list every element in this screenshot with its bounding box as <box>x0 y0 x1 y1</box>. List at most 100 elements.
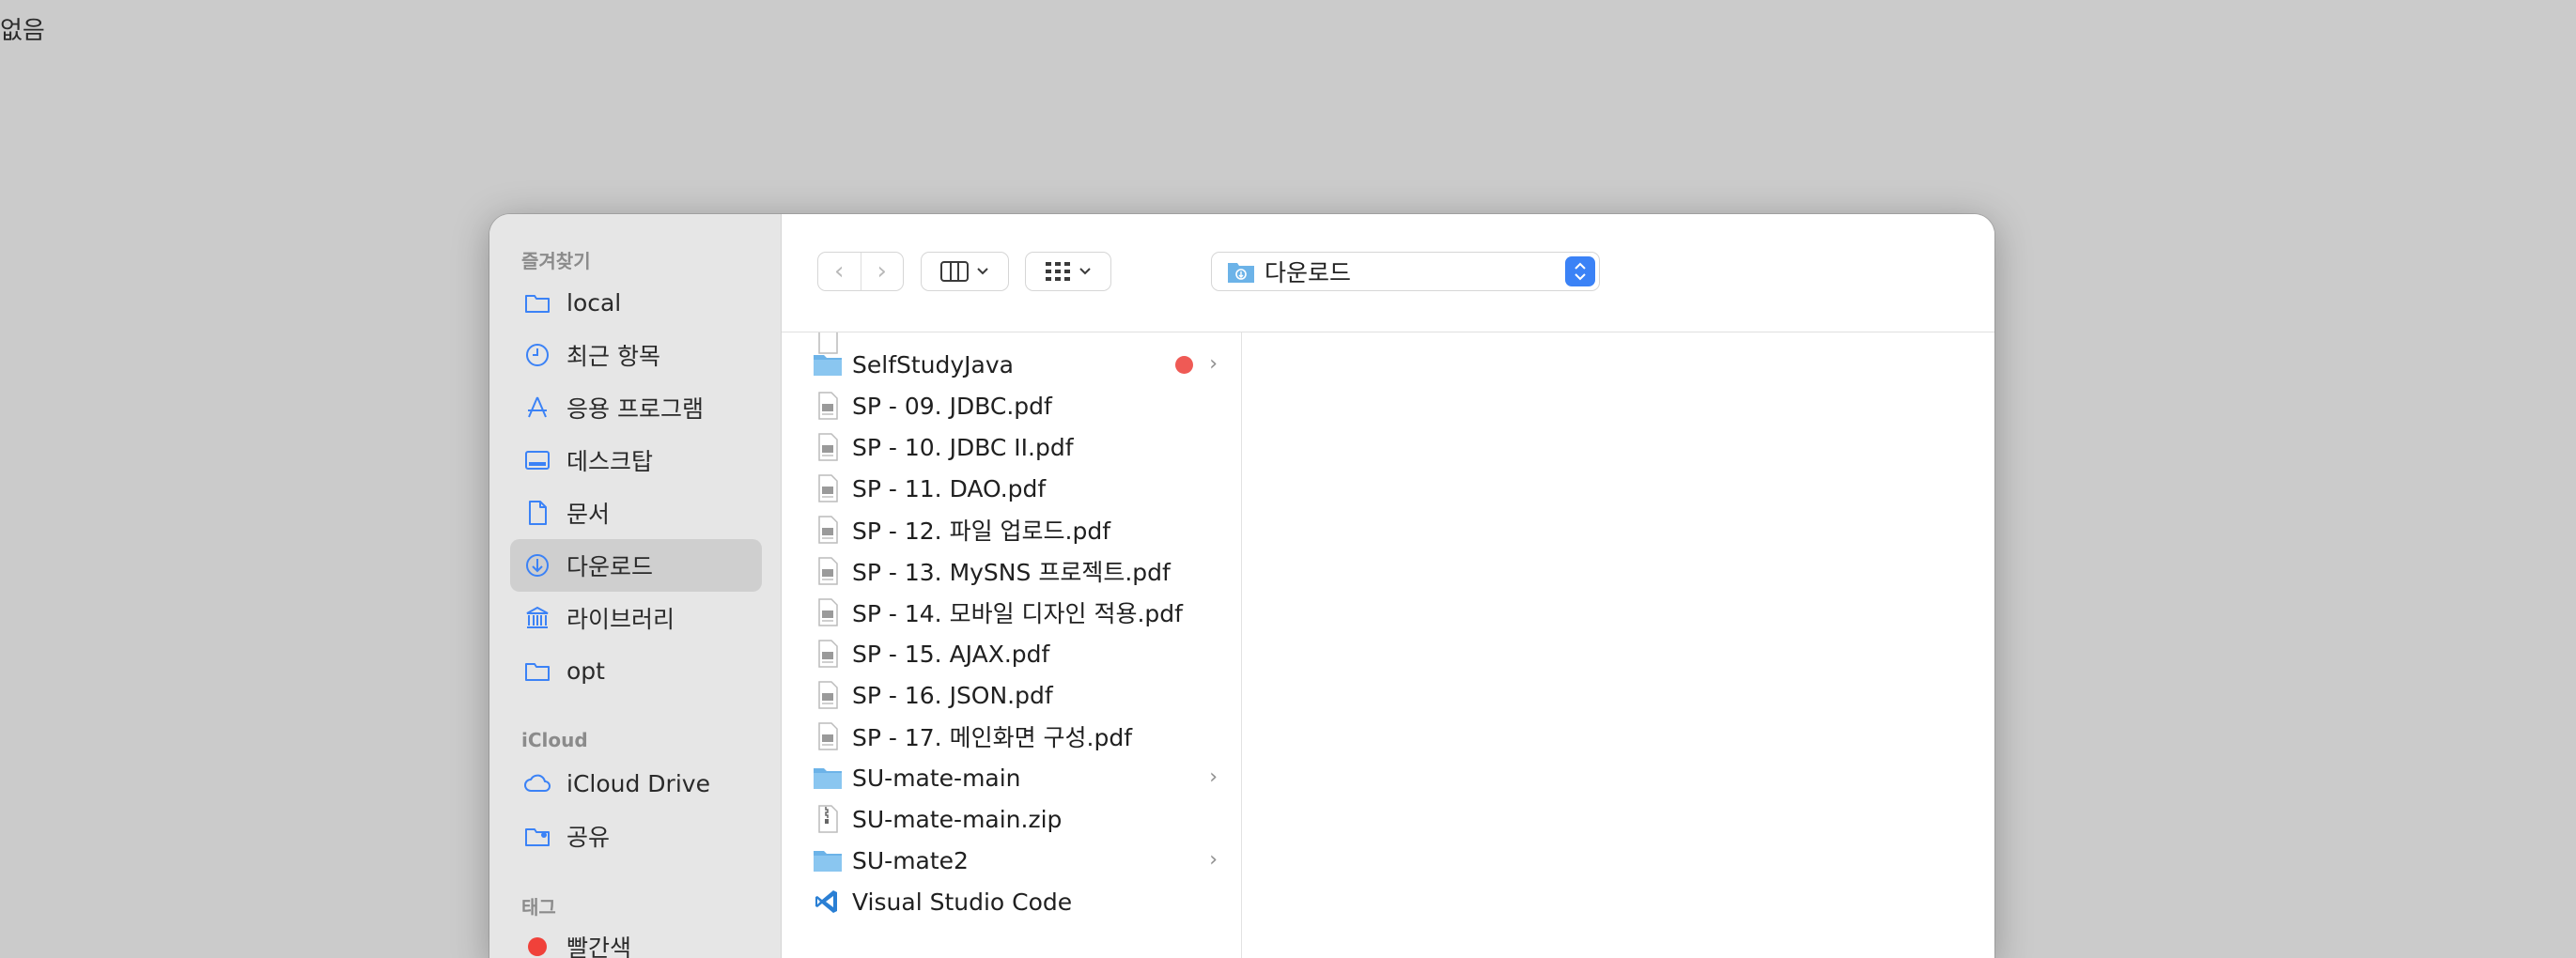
file-name: SP - 15. AJAX.pdf <box>852 640 1050 668</box>
folder-icon <box>813 845 843 875</box>
pdf-file-icon <box>813 432 843 462</box>
favorites-section-title: 즐겨찾기 <box>521 250 591 272</box>
file-name: SP - 16. JSON.pdf <box>852 681 1053 709</box>
sidebar-item-label: 최근 항목 <box>566 343 660 370</box>
file-name: SP - 13. MySNS 프로젝트.pdf <box>852 559 1171 586</box>
file-row-sp-12[interactable]: SP - 12. 파일 업로드.pdf <box>782 509 1241 550</box>
file-name: SP - 09. JDBC.pdf <box>852 392 1052 420</box>
file-name: Visual Studio Code <box>852 888 1073 916</box>
vscode-app-icon <box>813 887 843 917</box>
pdf-file-icon <box>813 515 843 545</box>
file-name: SP - 10. JDBC II.pdf <box>852 433 1074 461</box>
sidebar-item-downloads[interactable]: 다운로드 <box>510 539 762 592</box>
toolbar: ‹ › 다운로드 <box>782 214 1994 332</box>
file-row-su-mate-main-zip[interactable]: SU-mate-main.zip <box>782 798 1241 840</box>
back-button[interactable]: ‹ <box>818 253 861 290</box>
zip-file-icon <box>813 804 843 834</box>
pdf-file-icon <box>813 391 843 421</box>
location-label: 다운로드 <box>1265 259 1352 286</box>
cloud-icon <box>523 769 551 797</box>
column-view-icon <box>940 261 969 282</box>
chevron-down-icon <box>1079 268 1091 275</box>
clock-icon <box>523 341 551 369</box>
file-row-sp-15[interactable]: SP - 15. AJAX.pdf <box>782 633 1241 674</box>
library-icon <box>523 604 551 632</box>
sidebar-item-label: 공유 <box>566 824 611 851</box>
sidebar-item-documents[interactable]: 문서 <box>510 487 762 539</box>
pdf-file-icon <box>813 473 843 503</box>
chevron-right-icon: › <box>1209 352 1218 376</box>
sidebar-item-label: 다운로드 <box>566 553 654 580</box>
file-row-sp-16[interactable]: SP - 16. JSON.pdf <box>782 674 1241 716</box>
preview-pane <box>1243 332 1994 958</box>
sidebar-item-tag-red[interactable]: 빨간색 <box>510 920 762 958</box>
file-open-dialog: 즐겨찾기 local 최근 항목 응용 프로그램 데스크탑 문서 다운로드 라이… <box>489 214 1994 958</box>
file-column[interactable]: SelfStudyJava › SP - 09. JDBC.pdf SP - 1… <box>782 332 1242 958</box>
sidebar-item-label: 라이브러리 <box>566 606 675 633</box>
file-row-sp-10[interactable]: SP - 10. JDBC II.pdf <box>782 426 1241 468</box>
sidebar-item-label: 문서 <box>566 501 611 528</box>
sidebar-item-label: 응용 프로그램 <box>566 395 704 423</box>
file-row-visual-studio-code[interactable]: Visual Studio Code <box>782 881 1241 922</box>
red-tag-icon <box>1175 356 1193 374</box>
navigation-buttons: ‹ › <box>817 252 904 291</box>
file-row-sp-13[interactable]: SP - 13. MySNS 프로젝트.pdf <box>782 550 1241 592</box>
file-name: SU-mate-main <box>852 764 1021 792</box>
pdf-file-icon <box>813 680 843 710</box>
file-name: SP - 12. 파일 업로드.pdf <box>852 518 1110 545</box>
sidebar-item-desktop[interactable]: 데스크탑 <box>510 434 762 487</box>
sidebar-item-label: 데스크탑 <box>566 448 654 475</box>
sidebar-item-shared[interactable]: 공유 <box>510 810 762 862</box>
pdf-file-icon <box>813 556 843 586</box>
icloud-section-title: iCloud <box>521 729 588 751</box>
sidebar-item-icloud-drive[interactable]: iCloud Drive <box>510 757 762 810</box>
pdf-file-icon <box>813 597 843 627</box>
sidebar-item-applications[interactable]: 응용 프로그램 <box>510 381 762 434</box>
file-row-su-mate2[interactable]: SU-mate2 › <box>782 840 1241 881</box>
pdf-file-icon <box>813 721 843 751</box>
chevron-right-icon: › <box>877 257 887 286</box>
sidebar-item-opt[interactable]: opt <box>510 644 762 697</box>
applications-icon <box>523 394 551 422</box>
file-name: SU-mate2 <box>852 846 969 874</box>
file-row-sp-14[interactable]: SP - 14. 모바일 디자인 적용.pdf <box>782 592 1241 633</box>
tags-section-title: 태그 <box>521 896 556 919</box>
forward-button[interactable]: › <box>860 253 904 290</box>
file-row-sp-17[interactable]: SP - 17. 메인화면 구성.pdf <box>782 716 1241 757</box>
view-mode-button[interactable] <box>921 252 1009 291</box>
sidebar-item-recents[interactable]: 최근 항목 <box>510 329 762 381</box>
folder-icon <box>523 288 551 317</box>
downloads-folder-icon <box>1228 263 1254 283</box>
folder-icon <box>813 349 843 379</box>
sidebar-item-library[interactable]: 라이브러리 <box>510 592 762 644</box>
sidebar-item-label: opt <box>566 657 605 685</box>
chevron-left-icon: ‹ <box>834 257 845 286</box>
document-icon <box>523 499 551 527</box>
folder-icon <box>523 657 551 685</box>
sidebar-item-local[interactable]: local <box>510 276 762 329</box>
location-popup[interactable]: 다운로드 <box>1211 252 1600 291</box>
sidebar: 즐겨찾기 local 최근 항목 응용 프로그램 데스크탑 문서 다운로드 라이… <box>489 214 782 958</box>
popup-stepper-icon <box>1565 256 1595 286</box>
file-name: SU-mate-main.zip <box>852 805 1063 833</box>
chevron-right-icon: › <box>1209 848 1218 872</box>
chevron-down-icon <box>977 268 988 275</box>
file-row-sp-09[interactable]: SP - 09. JDBC.pdf <box>782 385 1241 426</box>
file-row-selfstudyjava[interactable]: SelfStudyJava › <box>782 344 1241 385</box>
file-name: SP - 17. 메인화면 구성.pdf <box>852 724 1132 751</box>
background-label: 없음 <box>0 17 45 45</box>
download-icon <box>523 551 551 579</box>
desktop-icon <box>523 446 551 474</box>
folder-icon <box>813 763 843 793</box>
file-name: SelfStudyJava <box>852 350 1014 379</box>
sidebar-item-label: local <box>566 288 622 317</box>
chevron-right-icon: › <box>1209 765 1218 789</box>
file-row-sp-11[interactable]: SP - 11. DAO.pdf <box>782 468 1241 509</box>
sidebar-item-label: iCloud Drive <box>566 769 710 797</box>
pdf-file-icon <box>813 639 843 669</box>
red-tag-icon <box>523 933 551 958</box>
sidebar-item-label: 빨간색 <box>566 935 632 958</box>
file-row-su-mate-main[interactable]: SU-mate-main › <box>782 757 1241 798</box>
group-button[interactable] <box>1025 252 1111 291</box>
file-name: SP - 14. 모바일 디자인 적용.pdf <box>852 600 1183 627</box>
